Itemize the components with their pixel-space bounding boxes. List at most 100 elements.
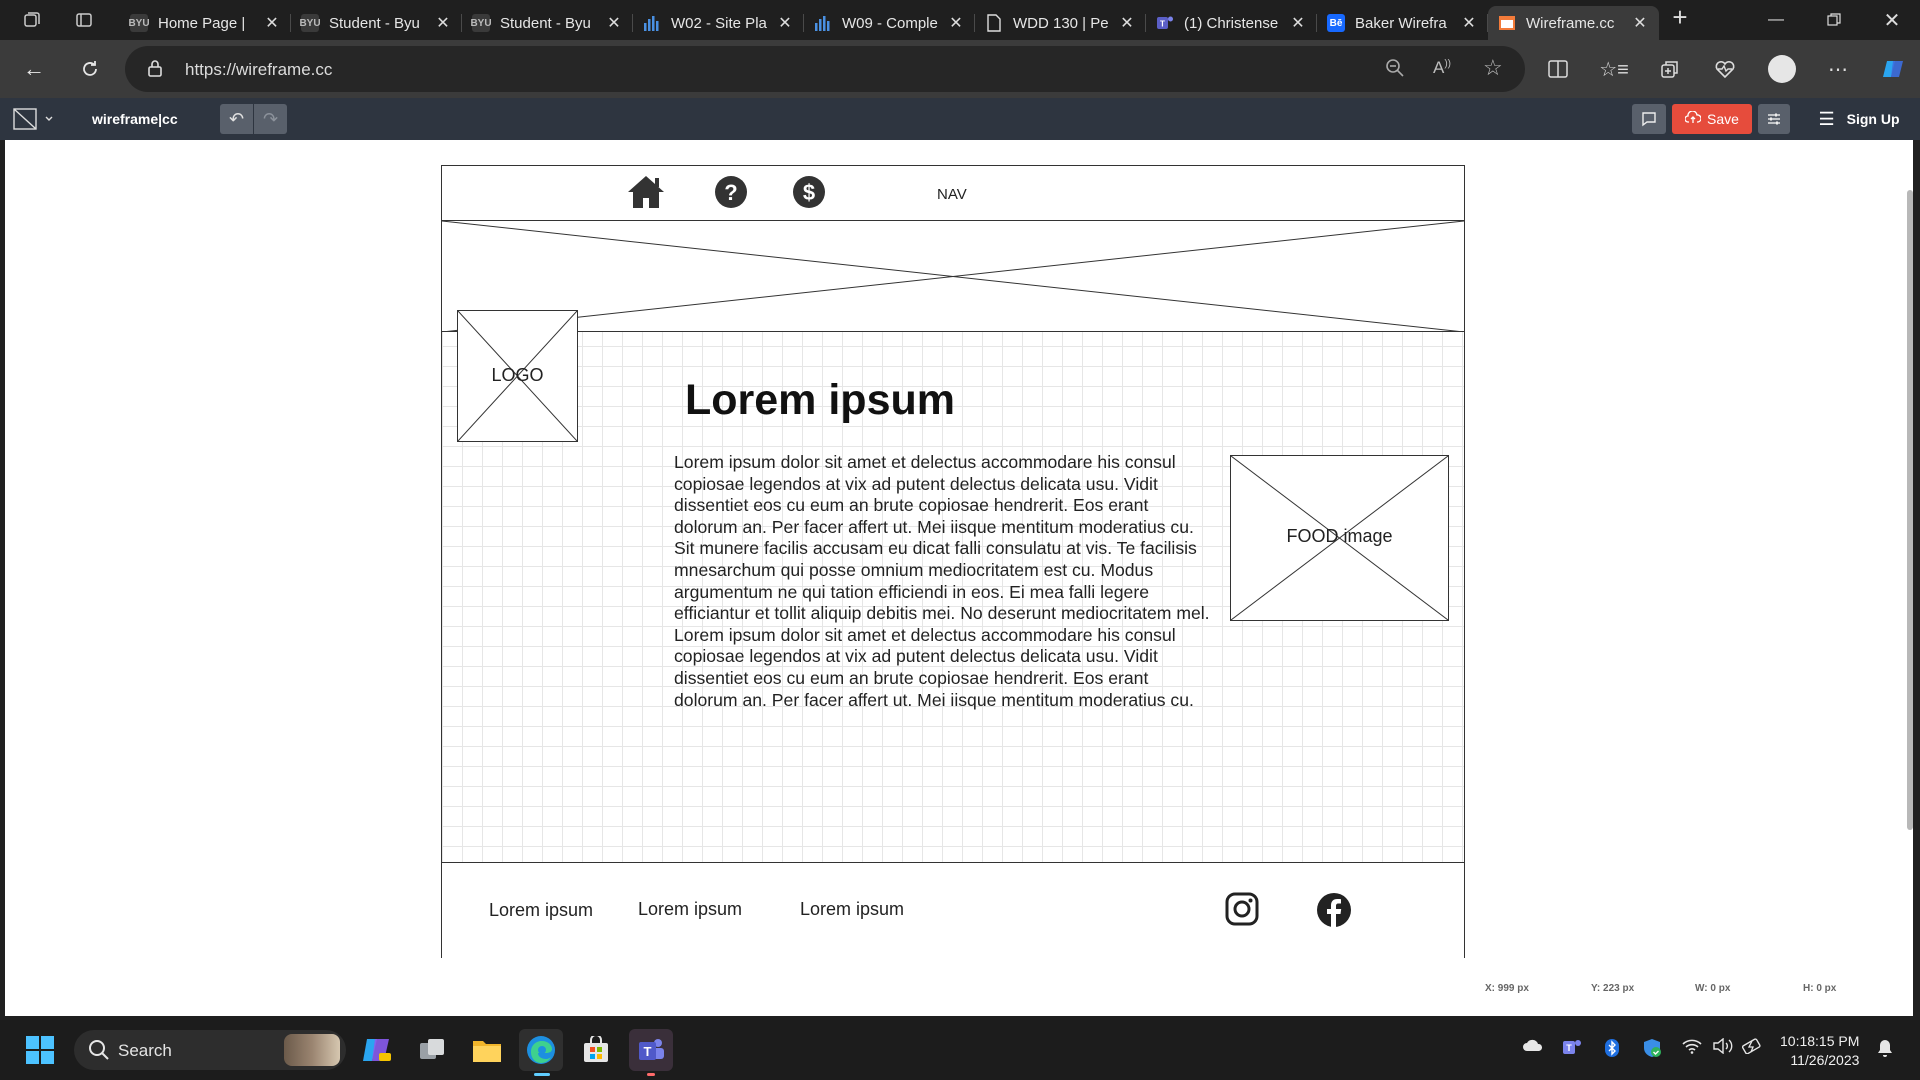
restore-button[interactable] xyxy=(1806,0,1862,40)
home-icon[interactable] xyxy=(626,173,666,216)
wireframe-canvas[interactable]: ? $ NAV LOGO Lorem ipsum Lorem ipsum dol… xyxy=(5,140,1913,1016)
browser-tab[interactable]: BYU Student - Byu ✕ xyxy=(462,6,633,40)
close-tab-icon[interactable]: ✕ xyxy=(776,13,794,33)
footer-link[interactable]: Lorem ipsum xyxy=(638,899,742,920)
tab-title: WDD 130 | Pe xyxy=(1013,14,1109,32)
active-app-indicator xyxy=(534,1073,550,1076)
microsoft-store-icon[interactable] xyxy=(574,1029,618,1071)
more-menu-icon[interactable]: ⋯ xyxy=(1822,53,1854,85)
security-shield-icon[interactable] xyxy=(1642,1038,1662,1063)
browser-tab[interactable]: WDD 130 | Pe ✕ xyxy=(975,6,1146,40)
close-tab-icon[interactable]: ✕ xyxy=(947,13,965,33)
windows-start-icon[interactable] xyxy=(18,1029,62,1071)
back-button[interactable]: ← xyxy=(16,51,52,87)
battery-icon[interactable] xyxy=(1741,1038,1764,1059)
minimize-button[interactable]: — xyxy=(1748,0,1804,40)
save-label: Save xyxy=(1707,111,1739,127)
nav-label[interactable]: NAV xyxy=(937,186,967,203)
redo-button[interactable]: ↷ xyxy=(254,104,287,134)
food-image-placeholder[interactable]: FOOD image xyxy=(1230,455,1449,621)
wireframe-page[interactable]: ? $ NAV LOGO Lorem ipsum Lorem ipsum dol… xyxy=(441,165,1465,958)
tab-title: Wireframe.cc xyxy=(1526,14,1615,32)
status-y: Y: 223 px xyxy=(1591,983,1635,994)
collections-icon[interactable] xyxy=(1654,53,1686,85)
file-explorer-icon[interactable] xyxy=(465,1029,509,1071)
page-heading[interactable]: Lorem ipsum xyxy=(685,376,955,425)
browser-tab[interactable]: W02 - Site Pla ✕ xyxy=(633,6,804,40)
wf-footer[interactable]: Lorem ipsum Lorem ipsum Lorem ipsum xyxy=(442,862,1464,958)
favorites-icon[interactable]: ☆≡ xyxy=(1598,53,1630,85)
browser-tab[interactable]: W09 - Comple ✕ xyxy=(804,6,975,40)
browser-tab[interactable]: BYU Home Page | ✕ xyxy=(120,6,291,40)
app-brand[interactable]: wireframe|cc xyxy=(92,111,178,127)
zoom-icon[interactable] xyxy=(1385,58,1405,83)
copilot-taskbar-icon[interactable] xyxy=(354,1029,398,1071)
browser-tab[interactable]: Wireframe.cc ✕ xyxy=(1488,6,1659,40)
close-tab-icon[interactable]: ✕ xyxy=(1118,13,1136,33)
close-tab-icon[interactable]: ✕ xyxy=(434,13,452,33)
help-circle-icon[interactable]: ? xyxy=(714,175,748,214)
new-tab-button[interactable]: + xyxy=(1660,2,1700,33)
comment-button[interactable] xyxy=(1632,104,1666,134)
canvas-scrollbar[interactable] xyxy=(1907,190,1913,830)
facebook-icon[interactable] xyxy=(1316,892,1352,933)
profile-avatar[interactable] xyxy=(1766,53,1798,85)
system-clock[interactable]: 10:18:15 PM 11/26/2023 xyxy=(1780,1032,1859,1070)
behance-icon: Bē xyxy=(1327,14,1345,32)
browser-tab[interactable]: BYU Student - Byu ✕ xyxy=(291,6,462,40)
teams-icon[interactable]: T xyxy=(629,1029,673,1076)
notification-bell-icon[interactable] xyxy=(1876,1038,1894,1063)
teams-tray-icon[interactable]: T xyxy=(1562,1038,1582,1061)
address-bar[interactable]: https://wireframe.cc A)) ☆ xyxy=(125,46,1525,92)
shape-tool-icon[interactable] xyxy=(13,108,53,135)
close-tab-icon[interactable]: ✕ xyxy=(1631,13,1649,33)
lock-icon[interactable] xyxy=(147,59,163,82)
close-tab-icon[interactable]: ✕ xyxy=(1460,13,1478,33)
browser-tab[interactable]: Bē Baker Wirefra ✕ xyxy=(1317,6,1488,40)
clock-time: 10:18:15 PM xyxy=(1780,1033,1860,1049)
bar-chart-icon xyxy=(643,14,661,32)
refresh-button[interactable] xyxy=(72,51,108,87)
bluetooth-icon[interactable] xyxy=(1604,1038,1620,1063)
svg-text:T: T xyxy=(1160,20,1165,29)
active-app-indicator xyxy=(647,1073,655,1076)
dollar-circle-icon[interactable]: $ xyxy=(792,175,826,214)
volume-icon[interactable] xyxy=(1712,1037,1734,1059)
task-view-icon[interactable] xyxy=(410,1029,454,1071)
split-screen-icon[interactable] xyxy=(1542,53,1574,85)
copilot-icon[interactable] xyxy=(1878,53,1910,85)
wf-nav-bar[interactable]: ? $ NAV xyxy=(442,166,1464,221)
workspaces-icon[interactable] xyxy=(12,0,52,40)
browser-tab[interactable]: T (1) Christense ✕ xyxy=(1146,6,1317,40)
undo-button[interactable]: ↶ xyxy=(220,104,253,134)
svg-text:T: T xyxy=(644,1044,652,1059)
url-text[interactable]: https://wireframe.cc xyxy=(185,60,332,80)
status-h: H: 0 px xyxy=(1803,983,1837,994)
save-button[interactable]: Save xyxy=(1672,104,1752,134)
favorite-star-icon[interactable]: ☆ xyxy=(1483,55,1503,81)
onedrive-icon[interactable] xyxy=(1522,1038,1544,1057)
taskbar-search[interactable]: Search xyxy=(74,1030,346,1070)
footer-link[interactable]: Lorem ipsum xyxy=(800,899,904,920)
windows-taskbar: Search T T 10:18:15 PM 11/26/2023 xyxy=(0,1020,1920,1080)
browser-toolbar: ← https://wireframe.cc A)) ☆ ☆≡ ⋯ xyxy=(0,40,1920,98)
body-paragraph[interactable]: Lorem ipsum dolor sit amet et delectus a… xyxy=(674,452,1234,711)
instagram-icon[interactable] xyxy=(1225,892,1259,931)
read-aloud-icon[interactable]: A)) xyxy=(1433,58,1451,78)
footer-link[interactable]: Lorem ipsum xyxy=(489,900,593,921)
settings-sliders-button[interactable] xyxy=(1758,104,1790,134)
tab-actions-icon[interactable] xyxy=(64,0,104,40)
hamburger-icon: ☰ xyxy=(1818,108,1835,129)
close-window-button[interactable]: ✕ xyxy=(1864,0,1920,40)
wifi-icon[interactable] xyxy=(1682,1038,1702,1059)
sign-up-button[interactable]: ☰ Sign Up xyxy=(1804,104,1914,134)
edge-browser-icon[interactable] xyxy=(519,1029,563,1076)
logo-label: LOGO xyxy=(491,365,544,385)
close-tab-icon[interactable]: ✕ xyxy=(1289,13,1307,33)
logo-placeholder[interactable]: LOGO xyxy=(457,310,578,442)
close-tab-icon[interactable]: ✕ xyxy=(263,13,281,33)
tab-title: Baker Wirefra xyxy=(1355,14,1447,32)
close-tab-icon[interactable]: ✕ xyxy=(605,13,623,33)
browser-essentials-icon[interactable] xyxy=(1709,53,1741,85)
hero-image-placeholder[interactable] xyxy=(442,221,1464,332)
